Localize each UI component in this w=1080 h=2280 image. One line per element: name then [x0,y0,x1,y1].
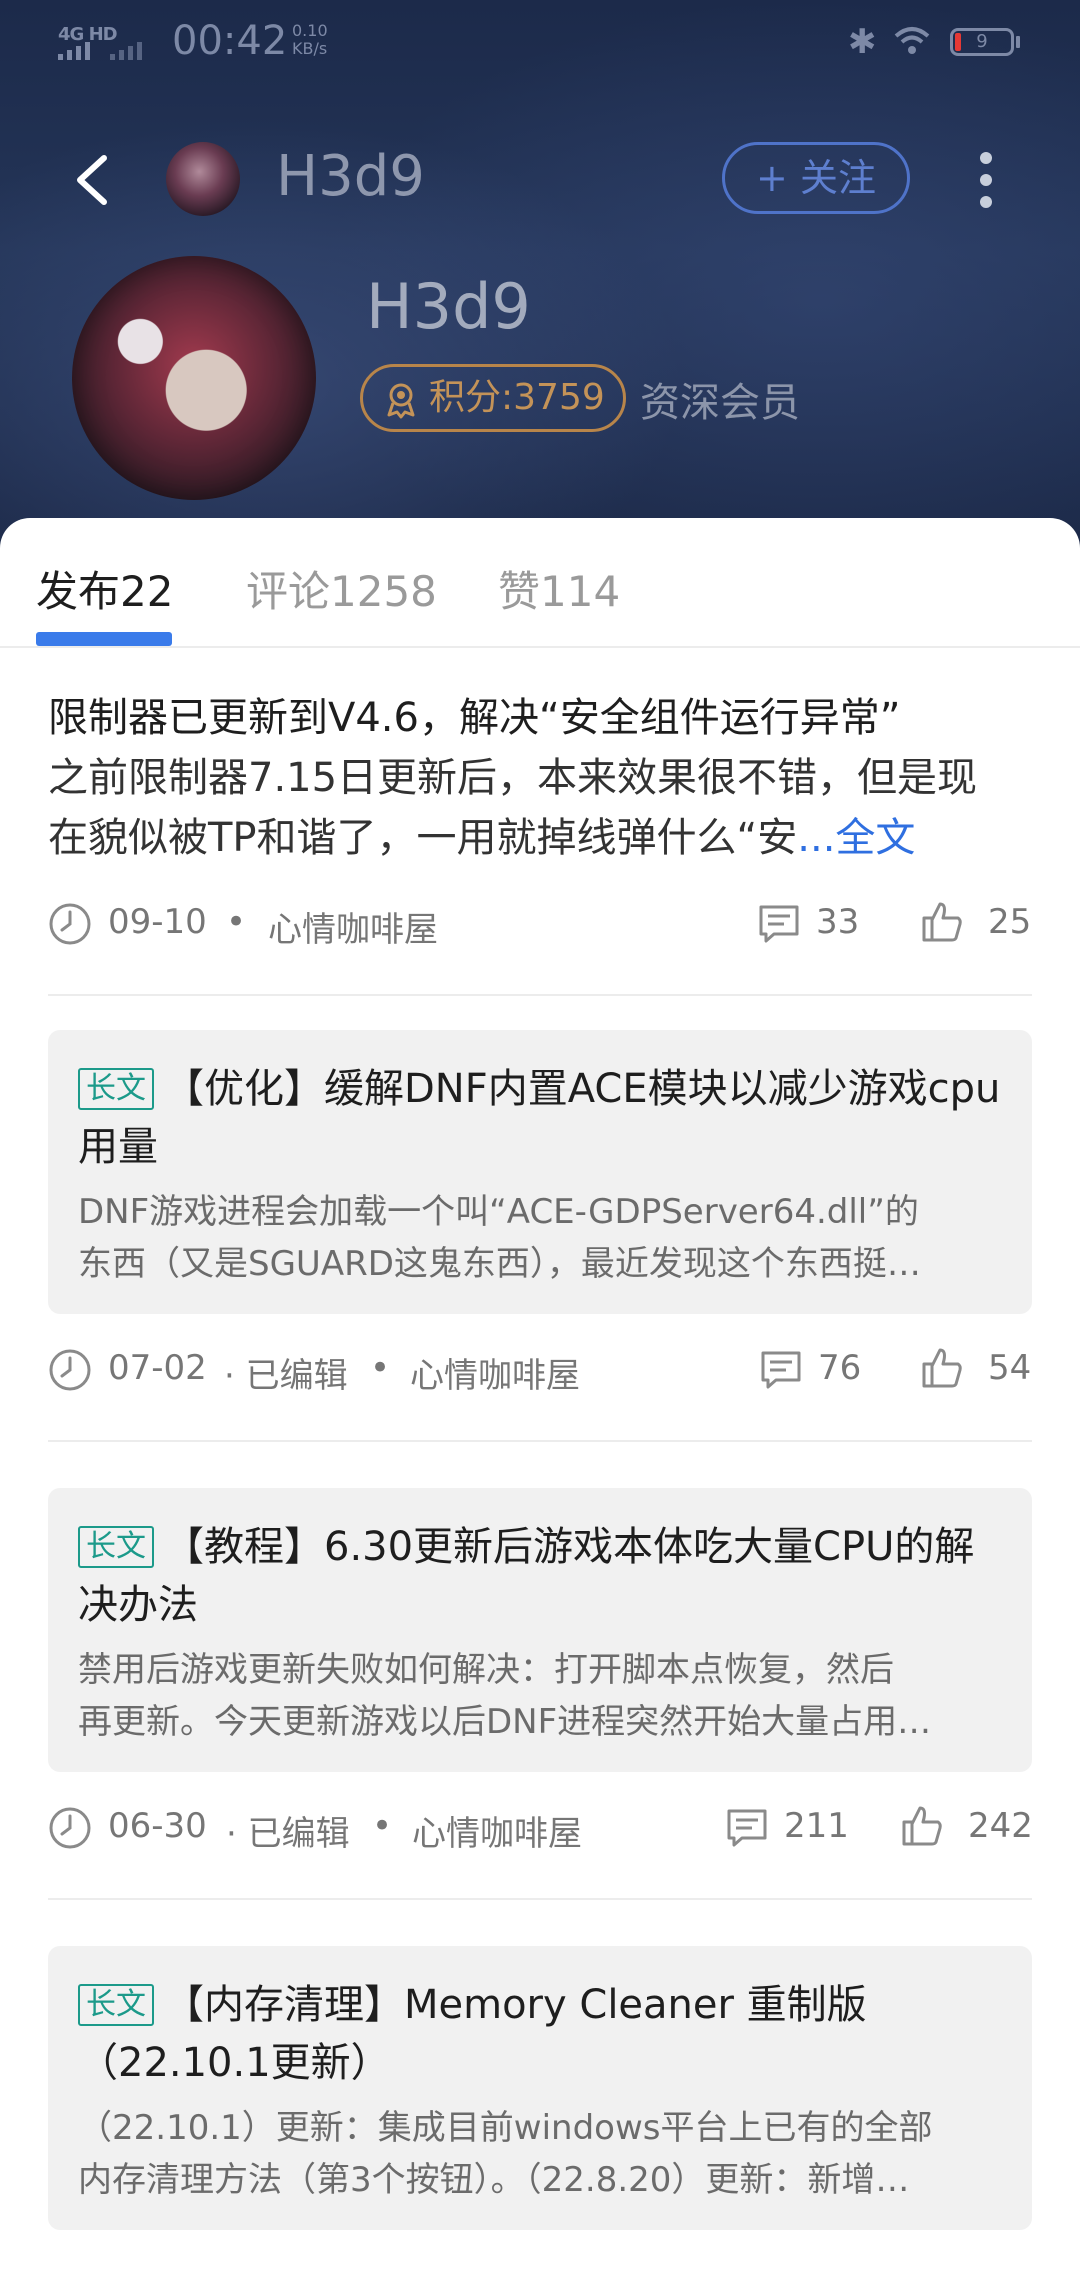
like-count: 242 [968,1806,1033,1846]
post-body[interactable]: 之前限制器7.15日更新后，本来效果很不错，但是现 在貌似被TP和谐了，一用就掉… [48,748,1032,868]
status-time: 00:42 [172,18,288,64]
like-icon[interactable] [920,900,964,944]
post-card[interactable]: 长文 【优化】缓解DNF内置ACE模块以减少游戏cpu用量 DNF游戏进程会加载一… [48,1030,1032,1314]
top-bar-username: H3d9 [276,144,425,209]
list-item[interactable]: 长文 【优化】缓解DNF内置ACE模块以减少游戏cpu用量 DNF游戏进程会加载一… [48,1030,1032,1442]
wifi-icon [894,27,930,54]
tab-comments[interactable]: 评论1258 [246,558,437,619]
mini-avatar[interactable] [166,142,240,216]
long-post-tag: 长文 [78,1526,154,1568]
comment-count: 33 [816,902,860,942]
clock-icon [49,1807,91,1849]
post-title[interactable]: 长文 【内存清理】Memory Cleaner 重制版（22.10.1更新） [78,1976,1002,2092]
comment-count: 76 [818,1348,862,1388]
long-post-tag: 长文 [78,1984,154,2026]
top-bar: H3d9 + 关注 [0,130,1080,230]
comment-count: 211 [784,1806,849,1846]
like-count: 25 [988,902,1032,942]
back-arrow-icon[interactable] [66,150,126,210]
comment-icon[interactable] [760,1350,802,1390]
board-name[interactable]: 心情咖啡屋 [268,902,438,951]
tab-posts[interactable]: 发布22 [36,558,173,619]
points-label: 积分:3759 [429,377,605,418]
divider [48,994,1032,996]
post-date: 06-30 [108,1806,207,1846]
like-icon[interactable] [900,1804,944,1848]
post-excerpt[interactable]: （22.10.1）更新：集成目前windows平台上已有的全部 内存清理方法（第… [78,2102,1002,2206]
follow-button[interactable]: + 关注 [722,142,910,214]
post-date: 09-10 [108,902,207,942]
tab-bar: 发布22 评论1258 赞114 [0,518,1080,648]
board-name[interactable]: 心情咖啡屋 [412,1806,582,1855]
long-post-tag: 长文 [78,1068,154,1110]
member-level: 资深会员 [640,380,800,426]
list-item[interactable]: 限制器已更新到V4.6，解决“安全组件运行异常” 之前限制器7.15日更新后，本… [48,688,1032,996]
post-meta: 06-30 · 已编辑 • 心情咖啡屋 211 242 [48,1798,1033,1858]
post-excerpt[interactable]: 禁用后游戏更新失败如何解决：打开脚本点恢复，然后 再更新。今天更新游戏以后DNF… [78,1644,1002,1748]
points-badge[interactable]: 积分:3759 [360,364,626,432]
status-bar: 4G HD 00:42 0.10 KB/s ✱ 9 [0,0,1080,86]
post-date: 07-02 [108,1348,207,1388]
list-item[interactable]: 长文 【教程】6.30更新后游戏本体吃大量CPU的解决办法 禁用后游戏更新失败如何… [48,1488,1033,1900]
divider [48,1898,1032,1900]
post-card[interactable]: 长文 【教程】6.30更新后游戏本体吃大量CPU的解决办法 禁用后游戏更新失败如何… [48,1488,1032,1772]
post-title[interactable]: 长文 【教程】6.30更新后游戏本体吃大量CPU的解决办法 [78,1518,1002,1634]
battery-icon: 9 [950,28,1014,56]
post-title[interactable]: 限制器已更新到V4.6，解决“安全组件运行异常” [48,688,1032,748]
network-speed: 0.10 KB/s [292,21,328,58]
list-item[interactable]: 长文 【内存清理】Memory Cleaner 重制版（22.10.1更新） （2… [48,1946,1032,2230]
content-sheet: 发布22 评论1258 赞114 限制器已更新到V4.6，解决“安全组件运行异常… [0,518,1080,2280]
post-excerpt[interactable]: DNF游戏进程会加载一个叫“ACE-GDPServer64.dll”的 东西（又… [78,1186,1002,1290]
comment-icon[interactable] [726,1808,768,1848]
edited-label: · 已编辑 [226,1814,350,1854]
like-icon[interactable] [920,1346,964,1390]
post-title[interactable]: 长文 【优化】缓解DNF内置ACE模块以减少游戏cpu用量 [78,1060,1002,1176]
board-name[interactable]: 心情咖啡屋 [410,1348,580,1397]
profile-username: H3d9 [366,270,531,343]
clock-icon [49,1349,91,1391]
avatar[interactable] [72,256,316,500]
post-meta: 07-02 · 已编辑 • 心情咖啡屋 76 54 [48,1340,1032,1400]
read-more-link[interactable]: ...全文 [797,815,915,861]
signal-icon [58,42,90,60]
post-card[interactable]: 长文 【内存清理】Memory Cleaner 重制版（22.10.1更新） （2… [48,1946,1032,2230]
tab-indicator [36,632,172,646]
profile-header: 4G HD 00:42 0.10 KB/s ✱ 9 H3d9 + 关注 H3d9 [0,0,1080,560]
divider [48,1440,1032,1442]
bluetooth-icon: ✱ [848,22,877,62]
comment-icon[interactable] [758,904,800,944]
signal-icon-secondary [110,42,142,60]
post-meta: 09-10 • 心情咖啡屋 33 25 [48,894,1032,954]
medal-icon [387,383,415,419]
edited-label: · 已编辑 [224,1356,348,1396]
tab-likes[interactable]: 赞114 [498,558,620,619]
more-options-icon[interactable] [966,148,1006,212]
like-count: 54 [988,1348,1032,1388]
clock-icon [49,903,91,945]
